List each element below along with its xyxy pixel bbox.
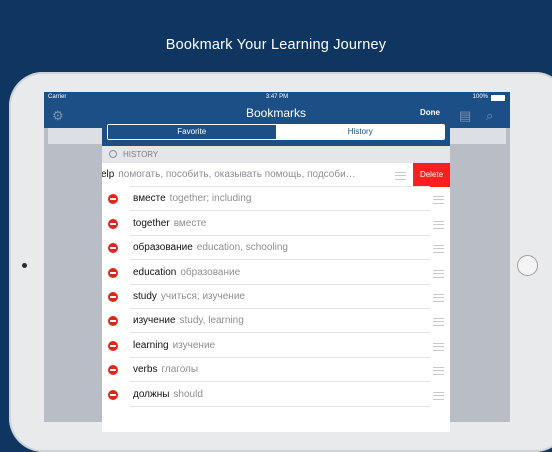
- battery-icon: [491, 95, 505, 101]
- entry-translation: study, learning: [179, 315, 244, 327]
- entry-translation: should: [173, 388, 203, 400]
- entry-translation: education, schooling: [196, 242, 288, 254]
- list-item[interactable]: verbs глаголы: [102, 358, 450, 383]
- reorder-handle-icon[interactable]: [433, 318, 444, 327]
- done-button[interactable]: Done: [420, 108, 440, 117]
- reorder-handle-icon[interactable]: [433, 342, 444, 351]
- entry-word: verbs: [133, 364, 158, 376]
- remove-icon[interactable]: [108, 340, 118, 351]
- sheet-title: Bookmarks: [245, 106, 307, 120]
- list-item[interactable]: study учиться; изучение: [102, 285, 450, 309]
- entry-text: education образование: [133, 267, 240, 278]
- entry-text: learning изучение: [133, 340, 215, 351]
- status-time: 3:47 PM: [265, 94, 289, 100]
- entry-translation: глаголы: [161, 364, 199, 376]
- list-item[interactable]: вместе together; including: [102, 187, 450, 212]
- remove-icon[interactable]: [108, 194, 118, 205]
- remove-icon[interactable]: [108, 389, 118, 400]
- tab-favorite[interactable]: Favorite: [108, 125, 277, 139]
- entry-word: study: [133, 291, 157, 302]
- segmented-control: Favorite History: [107, 124, 445, 140]
- flashcards-icon[interactable]: ▤: [459, 108, 471, 124]
- section-label: HISTORY: [123, 150, 159, 159]
- delete-button[interactable]: Delete: [413, 163, 450, 187]
- remove-icon[interactable]: [108, 243, 118, 254]
- entry-text: verbs глаголы: [133, 364, 198, 375]
- reorder-handle-icon[interactable]: [433, 220, 444, 229]
- remove-icon[interactable]: [108, 267, 118, 278]
- remove-icon[interactable]: [108, 292, 118, 302]
- home-button[interactable]: [517, 255, 538, 276]
- list-item[interactable]: должны should: [102, 382, 450, 407]
- entry-text: должны should: [133, 389, 203, 400]
- tab-history[interactable]: History: [276, 125, 444, 139]
- entry-text: вместе together; including: [133, 193, 251, 204]
- entry-translation: образование: [180, 266, 241, 278]
- reorder-handle-icon[interactable]: [433, 269, 444, 278]
- section-header-history: HISTORY: [102, 146, 450, 163]
- entry-word: вместе: [133, 193, 166, 205]
- list-item[interactable]: learning изучение: [102, 333, 450, 358]
- list-item[interactable]: изучение study, learning: [102, 309, 450, 334]
- reorder-handle-icon[interactable]: [433, 391, 444, 400]
- entry-translation: together; including: [169, 193, 252, 205]
- reorder-handle-icon[interactable]: [433, 245, 444, 254]
- promo-headline: Bookmark Your Learning Journey: [165, 37, 387, 53]
- entry-translation: учиться; изучение: [160, 291, 245, 302]
- gear-icon[interactable]: ⚙: [52, 108, 64, 124]
- search-icon[interactable]: ⌕: [486, 108, 493, 124]
- entry-word: education: [133, 266, 177, 278]
- entry-translation: помогать, пособить, оказывать помощь, по…: [118, 169, 356, 180]
- remove-icon[interactable]: [108, 218, 118, 229]
- entry-text: study учиться; изучение: [133, 291, 245, 302]
- entry-word: образование: [133, 242, 193, 254]
- list-item[interactable]: образование education, schooling: [102, 236, 450, 261]
- entry-text: изучение study, learning: [133, 315, 244, 326]
- reorder-handle-icon[interactable]: [433, 367, 444, 376]
- reorder-handle-icon[interactable]: [433, 196, 444, 205]
- list-item[interactable]: education образование: [102, 260, 450, 285]
- sheet-header: Bookmarks Done Favorite History: [102, 102, 450, 146]
- reorder-handle-icon[interactable]: [433, 294, 444, 302]
- remove-icon[interactable]: [108, 365, 118, 376]
- entry-word: должны: [133, 388, 170, 400]
- entry-word: together: [133, 217, 170, 229]
- entry-word: learning: [133, 339, 169, 351]
- list-item[interactable]: elp помогать, пособить, оказывать помощь,…: [102, 163, 450, 187]
- list-item[interactable]: together вместе: [102, 211, 450, 236]
- clock-icon: [109, 150, 117, 158]
- row-divider: [130, 405, 430, 407]
- entry-translation: вместе: [173, 217, 207, 229]
- reorder-handle-icon[interactable]: [395, 172, 406, 180]
- camera-dot: [22, 263, 27, 268]
- entry-translation: изучение: [172, 339, 216, 351]
- remove-icon[interactable]: [108, 316, 118, 327]
- battery-percent: 100%: [472, 94, 488, 100]
- entry-word: elp: [102, 169, 115, 180]
- entry-text: together вместе: [133, 218, 206, 229]
- entry-word: изучение: [133, 315, 176, 327]
- entry-text: образование education, schooling: [133, 242, 288, 253]
- bookmarks-sheet: Bookmarks Done Favorite History HISTORY …: [102, 102, 450, 432]
- entry-text: elp помогать, пособить, оказывать помощь,…: [102, 169, 356, 180]
